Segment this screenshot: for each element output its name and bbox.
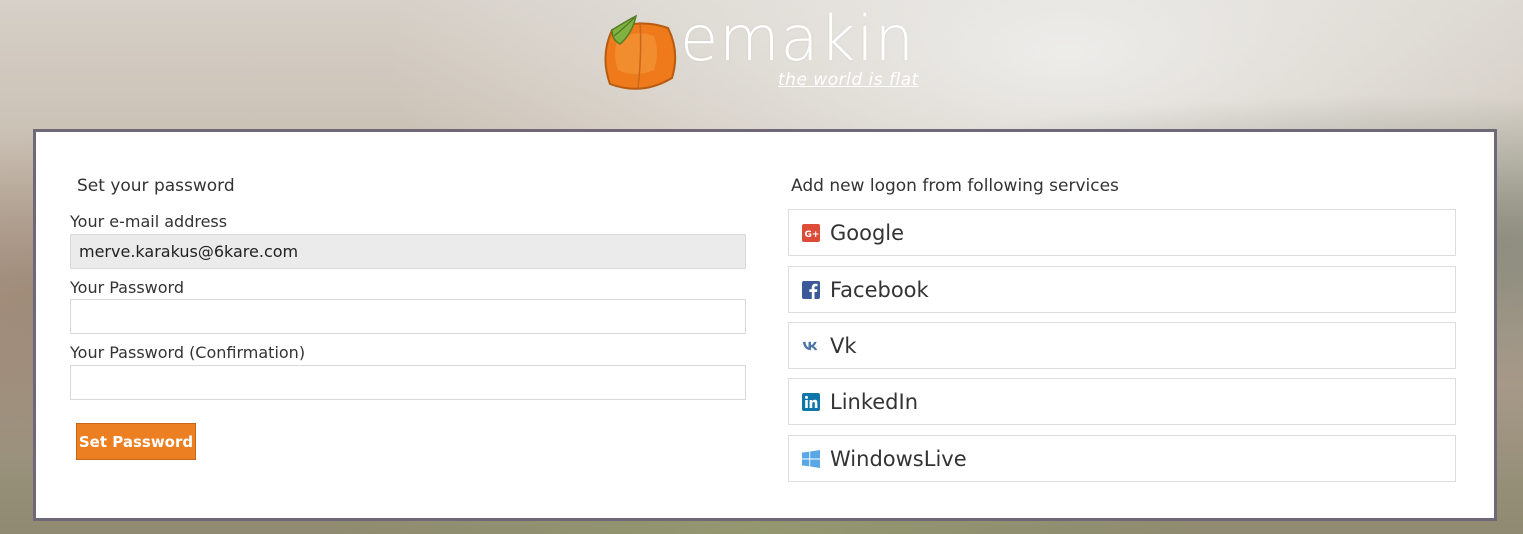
orange-fruit-icon: [604, 14, 677, 90]
logon-services-title: Add new logon from following services: [791, 176, 1119, 196]
svg-text:G+: G+: [805, 230, 820, 240]
vk-label: Vk: [830, 333, 857, 358]
password-label: Your Password: [70, 278, 184, 297]
logo-tagline: the world is flat: [778, 70, 919, 90]
facebook-label: Facebook: [830, 277, 929, 302]
windowslive-logon-button[interactable]: WindowsLive: [788, 435, 1456, 482]
set-password-button[interactable]: Set Password: [76, 423, 196, 460]
email-label: Your e-mail address: [70, 212, 228, 231]
emakin-logo: emakin the world is flat: [598, 2, 938, 98]
facebook-logon-button[interactable]: Facebook: [788, 266, 1456, 313]
linkedin-label: LinkedIn: [830, 389, 919, 414]
password-field[interactable]: [70, 299, 746, 334]
set-password-title: Set your password: [77, 176, 235, 196]
password-confirmation-field[interactable]: [70, 365, 746, 400]
google-logon-button[interactable]: G+ Google: [788, 209, 1456, 256]
vk-icon: [802, 337, 820, 355]
facebook-icon: [802, 280, 820, 299]
linkedin-logon-button[interactable]: LinkedIn: [788, 378, 1456, 425]
google-plus-icon: G+: [802, 223, 820, 242]
logo-wordmark: emakin: [680, 2, 915, 75]
windowslive-label: WindowsLive: [830, 446, 967, 471]
google-label: Google: [830, 220, 905, 245]
email-field[interactable]: [70, 234, 746, 269]
vk-logon-button[interactable]: Vk: [788, 322, 1456, 369]
main-card: Set your password Your e-mail address Yo…: [33, 129, 1497, 521]
linkedin-icon: [802, 392, 820, 411]
windows-icon: [802, 449, 820, 468]
password-confirmation-label: Your Password (Confirmation): [70, 343, 306, 362]
